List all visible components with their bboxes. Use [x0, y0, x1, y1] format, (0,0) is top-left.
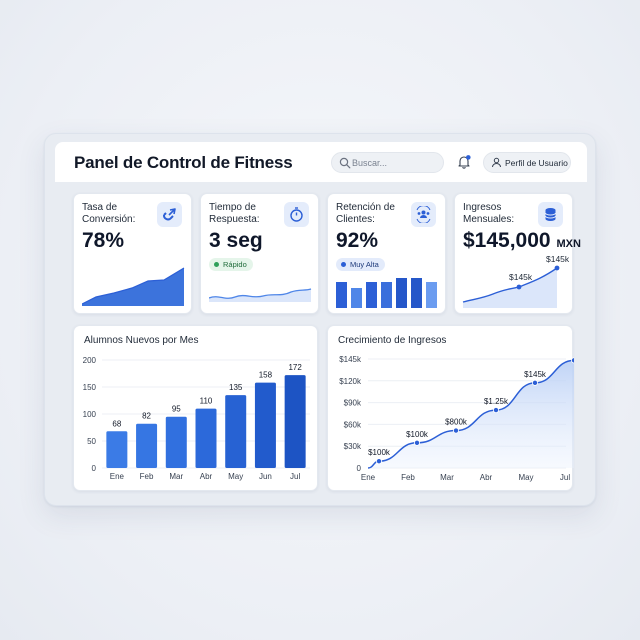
x-tick-label: Jun: [259, 472, 272, 481]
kpi-icon-box: [157, 202, 182, 227]
kpi-card-conversion: Tasa de Conversión: 78%: [73, 193, 192, 314]
profile-label: Perfil de Usuario: [505, 158, 568, 168]
y-tick-label: 0: [92, 464, 97, 473]
y-tick-label: 150: [83, 383, 97, 392]
y-tick-label: $120k: [339, 377, 362, 386]
bar: [136, 423, 158, 468]
user-icon: [492, 157, 501, 168]
kpi-icon-box: [538, 202, 563, 227]
data-label: $145k: [524, 370, 547, 379]
line-chart-panel: Crecimiento de Ingresos 0 $30k $60k $90k $12…: [327, 325, 574, 491]
data-label: $100k: [368, 448, 391, 457]
data-label: $100k: [406, 430, 429, 439]
x-tick-label: Abr: [480, 473, 493, 482]
y-tick-label: $60k: [344, 420, 362, 429]
data-point: [376, 458, 383, 465]
data-point: [453, 427, 460, 434]
kpi-icon-box: [411, 202, 436, 227]
y-tick-label: $90k: [344, 399, 362, 408]
data-label: 68: [112, 419, 121, 428]
data-point: [531, 379, 538, 386]
bar: [225, 395, 247, 468]
kpi-area-chart: [82, 267, 185, 306]
x-tick-label: Mar: [169, 472, 183, 481]
x-tick-label: Ene: [361, 473, 376, 482]
kpi-card-revenue: Ingresos Mensuales: $145,000 MXN $145k $…: [454, 193, 581, 314]
bar: [165, 416, 187, 468]
data-label: 158: [259, 371, 273, 380]
kpi-bar-chart: [336, 278, 437, 308]
x-tick-label: Abr: [200, 472, 213, 481]
magnet-icon: [163, 208, 176, 221]
x-tick-label: Jul: [560, 473, 570, 482]
x-tick-label: Feb: [401, 473, 415, 482]
kpi-value: $145,000 MXN: [463, 229, 581, 253]
coins-icon: [545, 208, 556, 221]
y-tick-label: 50: [87, 437, 96, 446]
header-bar: Panel de Control de Fitness Perfil de: [55, 142, 587, 182]
data-label: 172: [288, 363, 302, 372]
bar: [254, 382, 276, 468]
kpi-label: Tasa de Conversión:: [82, 202, 136, 225]
y-tick-label: 100: [83, 410, 97, 419]
background: Panel de Control de Fitness Perfil de: [0, 0, 640, 640]
bar: [284, 375, 306, 468]
kpi-mini-label: $145k: [546, 256, 569, 264]
kpi-label: Retención de Clientes:: [336, 202, 395, 225]
search-icon: [339, 157, 351, 169]
y-tick-label: 200: [83, 356, 97, 365]
y-tick-label: $145k: [339, 355, 362, 364]
data-label: 110: [200, 397, 213, 406]
search-input[interactable]: [352, 155, 440, 170]
y-tick-label: $30k: [344, 442, 362, 451]
x-tick-label: Mar: [440, 473, 454, 482]
kpi-card-response-time: Tiempo de Respuesta: 3 seg Rápido: [200, 193, 319, 314]
x-tick-label: May: [228, 472, 243, 481]
kpi-icon-box: [284, 202, 309, 227]
data-label: 135: [229, 383, 243, 392]
kpi-mini-label: $145k: [509, 272, 533, 282]
kpi-currency: MXN: [556, 238, 581, 250]
kpi-wave-chart: [209, 288, 312, 302]
stopwatch-icon: [290, 207, 303, 222]
kpi-label: Tiempo de Respuesta:: [209, 202, 260, 225]
bell-icon[interactable]: [456, 154, 472, 170]
kpi-value: 92%: [336, 229, 379, 252]
kpi-value: 3 seg: [209, 229, 263, 252]
bar-chart: 0 50 100 150 200 68 Ene 82 Feb 95 Mar 110 Abr 135 May 1…: [83, 356, 310, 481]
kpi-card-retention: Retención de Clientes: 92% Muy Alta: [327, 193, 446, 314]
x-tick-label: May: [518, 473, 533, 482]
data-label: 82: [142, 412, 151, 421]
kpi-revenue-line: $145k $145k: [462, 256, 569, 308]
users-cycle-icon: [416, 206, 431, 223]
page-title: Panel de Control de Fitness: [74, 153, 293, 172]
status-badge: Muy Alta: [336, 258, 385, 271]
x-tick-label: Jul: [290, 472, 300, 481]
search-box[interactable]: [331, 152, 444, 173]
data-label: $800k: [445, 418, 468, 427]
profile-button[interactable]: Perfil de Usuario: [483, 152, 571, 173]
line-chart: 0 $30k $60k $90k $120k $145k $100k $100k $800k $1…: [339, 355, 574, 482]
bar: [195, 408, 217, 468]
x-tick-label: Ene: [110, 472, 125, 481]
data-label: $1.25k: [484, 397, 509, 406]
kpi-value: 78%: [82, 229, 125, 252]
dashboard-window: Panel de Control de Fitness Perfil de: [44, 133, 596, 506]
bar: [106, 431, 128, 468]
kpi-label: Ingresos Mensuales:: [463, 202, 515, 225]
data-point: [492, 407, 499, 414]
y-tick-label: 0: [357, 464, 362, 473]
x-tick-label: Feb: [140, 472, 154, 481]
kpi-amount: $145,000: [463, 229, 551, 252]
data-point: [571, 357, 574, 364]
bar-chart-panel: Alumnos Nuevos por Mes 0 50 100 150 200 68 Ene…: [73, 325, 318, 491]
data-point: [414, 439, 421, 446]
data-label: 95: [172, 405, 181, 414]
status-badge: Rápido: [209, 258, 253, 271]
